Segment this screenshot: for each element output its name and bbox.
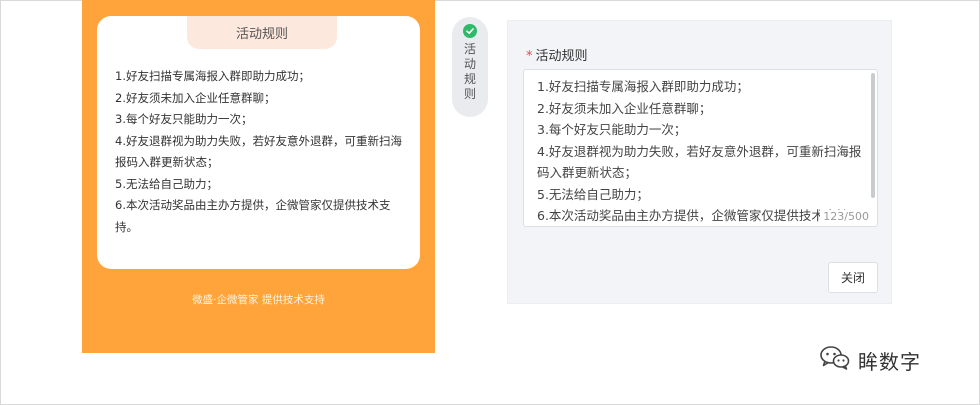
textarea-line: 3.每个好友只能助力一次；: [537, 122, 687, 137]
rule-item: 4.好友退群视为助力失败，若好友意外退群，可重新扫海报码入群更新状态；: [115, 133, 402, 170]
rule-item: 5.无法给自己助力；: [115, 176, 218, 191]
textarea-line: 1.好友扫描专属海报入群即助力成功；: [537, 79, 749, 94]
watermark-text: 眸数字: [858, 349, 921, 374]
rules-list: 1.好友扫描专属海报入群即助力成功； 2.好友须未加入企业任意群聊； 3.每个好…: [115, 66, 410, 238]
rules-card-title: 活动规则: [187, 16, 337, 49]
rule-item: 1.好友扫描专属海报入群即助力成功；: [115, 69, 310, 83]
wechat-icon: [820, 345, 850, 375]
rule-item: 3.每个好友只能助力一次；: [115, 112, 253, 126]
close-button[interactable]: 关闭: [828, 262, 878, 293]
step-tab-rules[interactable]: 活 动 规 则: [452, 17, 488, 117]
textarea-content[interactable]: 1.好友扫描专属海报入群即助力成功； 2.好友须未加入企业任意群聊； 3.每个好…: [537, 76, 862, 226]
rule-item: 2.好友须未加入企业任意群聊；: [115, 90, 276, 105]
rules-textarea[interactable]: 1.好友扫描专属海报入群即助力成功； 2.好友须未加入企业任意群聊； 3.每个好…: [523, 69, 878, 227]
check-circle-icon: [463, 24, 477, 38]
char-counter: 123/500: [820, 210, 869, 223]
rules-form-panel: * 活动规则 1.好友扫描专属海报入群即助力成功； 2.好友须未加入企业任意群聊；…: [507, 20, 892, 304]
field-label: * 活动规则: [526, 45, 588, 64]
textarea-line: 2.好友须未加入企业任意群聊；: [537, 100, 712, 116]
textarea-line: 4.好友退群视为助力失败，若好友意外退群，可重新扫海报码入群更新状态；: [537, 143, 862, 181]
watermark: 眸数字: [820, 345, 921, 375]
rule-item: 6.本次活动奖品由主办方提供，企微管家仅提供技术支持。: [115, 198, 391, 234]
poster-preview: 活动规则 1.好友扫描专属海报入群即助力成功； 2.好友须未加入企业任意群聊； …: [82, 0, 435, 353]
step-label: 活 动 规 则: [463, 42, 476, 101]
field-label-text: 活动规则: [535, 49, 588, 64]
textarea-line: 6.本次活动奖品由主办方提供，企微管家仅提供技术支持。: [537, 208, 862, 223]
footer-credit: 微盛·企微管家 提供技术支持: [192, 294, 325, 306]
rules-card: 活动规则 1.好友扫描专属海报入群即助力成功； 2.好友须未加入企业任意群聊； …: [97, 16, 420, 269]
textarea-scrollbar[interactable]: [871, 73, 875, 198]
textarea-line: 5.无法给自己助力；: [537, 186, 649, 202]
required-mark: *: [526, 49, 533, 64]
